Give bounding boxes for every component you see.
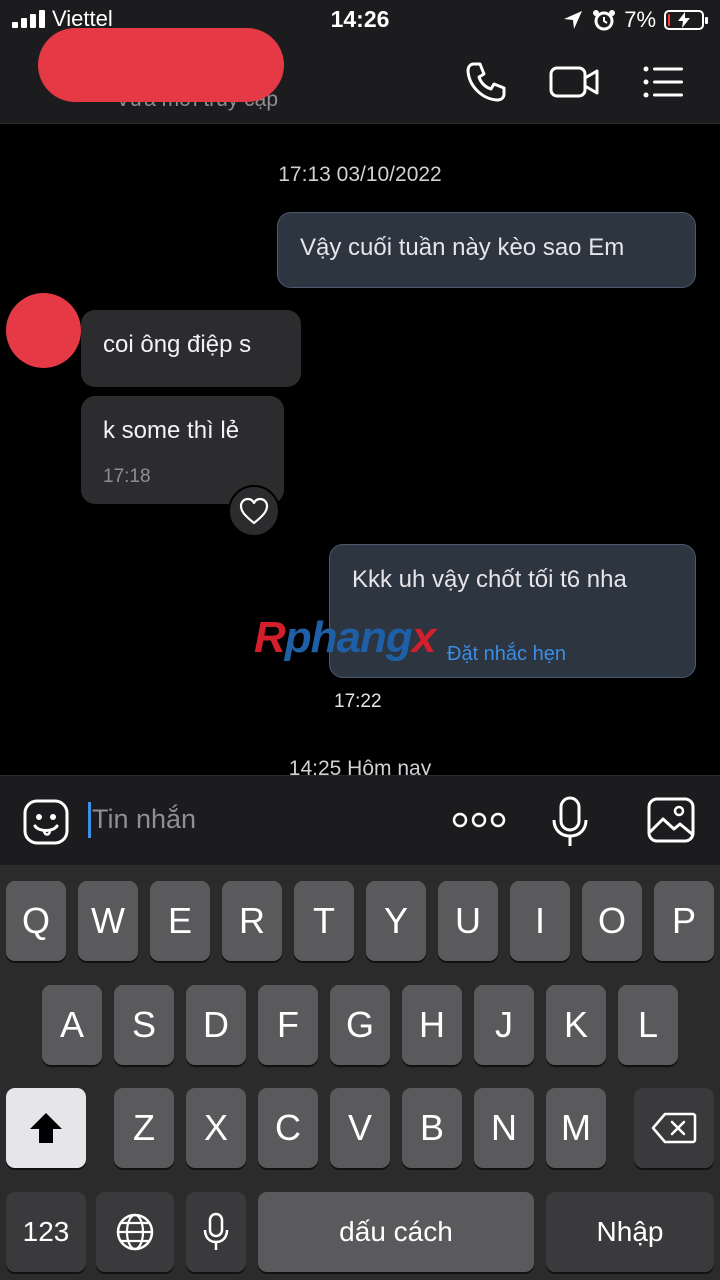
key-u[interactable]: U [438,881,498,961]
key-r[interactable]: R [222,881,282,961]
key-k[interactable]: K [546,985,606,1065]
key-i[interactable]: I [510,881,570,961]
key-d[interactable]: D [186,985,246,1065]
onscreen-keyboard: Q W E R T Y U I O P A S D F G H J K L Z … [0,865,720,1280]
backspace-key[interactable] [634,1088,714,1168]
chat-header: Vừa mới truy cập [0,28,720,124]
globe-icon [116,1213,154,1251]
message-text: Kkk uh vậy chốt tối t6 nha [352,566,627,593]
contact-name-redacted[interactable] [38,28,284,102]
microphone-icon[interactable] [548,796,592,848]
message-bubble-incoming[interactable]: coi ông điệp s [81,310,301,387]
message-text: Vậy cuối tuần này kèo sao Em [300,234,625,261]
heart-icon [239,497,269,525]
video-call-icon[interactable] [548,58,600,106]
battery-percent: 7% [624,7,656,32]
dictation-mic-icon [203,1212,229,1250]
alarm-icon [593,10,616,31]
status-right-group: 7% [562,6,708,34]
key-m[interactable]: M [546,1088,606,1168]
avatar[interactable] [6,293,81,368]
image-icon[interactable] [646,796,696,844]
key-n[interactable]: N [474,1088,534,1168]
key-s[interactable]: S [114,985,174,1065]
return-key[interactable]: Nhập [546,1192,714,1272]
shift-key[interactable] [6,1088,86,1168]
emoji-sticker-icon[interactable] [22,798,70,846]
charging-bolt-icon [678,12,690,28]
key-y[interactable]: Y [366,881,426,961]
key-w[interactable]: W [78,881,138,961]
key-e[interactable]: E [150,881,210,961]
key-x[interactable]: X [186,1088,246,1168]
message-input[interactable] [92,804,412,835]
date-separator: 14:25 Hôm nay [288,757,432,775]
react-heart-button[interactable] [228,485,280,537]
key-q[interactable]: Q [6,881,66,961]
key-t[interactable]: T [294,881,354,961]
date-separator: 17:13 03/10/2022 [278,163,442,186]
location-arrow-icon [564,11,583,29]
key-p[interactable]: P [654,881,714,961]
key-c[interactable]: C [258,1088,318,1168]
messenger-screen: Viettel 14:26 7% Vừa mới truy cập [0,0,720,1280]
backspace-icon [651,1112,697,1144]
space-key[interactable]: dấu cách [258,1192,534,1272]
battery-level-fill [668,14,670,26]
key-l[interactable]: L [618,985,678,1065]
key-z[interactable]: Z [114,1088,174,1168]
message-time: 17:22 [334,691,382,712]
dictation-key[interactable] [186,1192,246,1272]
more-dots-icon[interactable] [452,808,506,832]
message-time: 17:18 [103,466,151,487]
message-bubble-outgoing[interactable]: Vậy cuối tuần này kèo sao Em [277,212,696,288]
key-f[interactable]: F [258,985,318,1065]
numbers-key[interactable]: 123 [6,1192,86,1272]
battery-charging-icon [664,10,708,30]
composer-bar [0,775,720,865]
key-a[interactable]: A [42,985,102,1065]
key-j[interactable]: J [474,985,534,1065]
key-b[interactable]: B [402,1088,462,1168]
key-h[interactable]: H [402,985,462,1065]
set-reminder-link[interactable]: Đặt nhắc hẹn [447,639,566,669]
key-v[interactable]: V [330,1088,390,1168]
message-text: k some thì lẻ [103,417,240,444]
globe-key[interactable] [96,1192,174,1272]
phone-icon[interactable] [462,58,510,106]
message-list[interactable]: 17:13 03/10/2022 Vậy cuối tuần này kèo s… [0,125,720,775]
shift-arrow-icon [30,1113,62,1143]
text-caret [88,802,91,838]
key-o[interactable]: O [582,881,642,961]
message-text: coi ông điệp s [103,331,252,358]
key-g[interactable]: G [330,985,390,1065]
watermark-logo: Rphangx [254,613,436,662]
menu-list-icon[interactable] [640,58,688,106]
